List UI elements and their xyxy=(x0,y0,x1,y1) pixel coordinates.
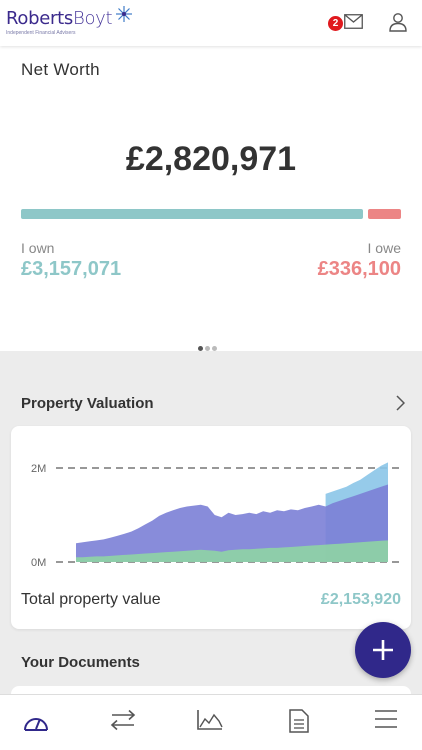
carousel-dot[interactable] xyxy=(198,346,203,351)
user-icon[interactable] xyxy=(388,12,408,32)
net-worth-title: Net Worth xyxy=(21,60,100,79)
property-chart: 2M 0M xyxy=(31,462,403,569)
own-label: I own xyxy=(21,240,55,256)
bottom-tab-bar xyxy=(0,694,422,750)
dashboard-icon[interactable] xyxy=(22,709,50,733)
chart-icon[interactable] xyxy=(197,709,223,731)
property-valuation-title[interactable]: Property Valuation xyxy=(21,395,154,412)
document-icon[interactable] xyxy=(289,709,309,733)
chevron-right-icon[interactable] xyxy=(395,395,405,411)
carousel-dot[interactable] xyxy=(212,346,217,351)
total-property-label: Total property value xyxy=(21,591,161,608)
owe-value: £336,100 xyxy=(317,258,401,280)
menu-icon[interactable] xyxy=(374,709,398,729)
net-worth-panel[interactable]: Net Worth £2,820,971 I own £3,157,071 I … xyxy=(0,46,422,351)
own-value: £3,157,071 xyxy=(21,258,122,280)
transfer-icon[interactable] xyxy=(110,709,136,731)
logo-tagline: Independent Financial Advisers xyxy=(6,30,76,36)
message-count-badge: 2 xyxy=(328,16,343,31)
net-worth-value: £2,820,971 xyxy=(125,140,297,178)
y-tick-label: 2M xyxy=(31,463,46,475)
messages-button[interactable]: 2 xyxy=(326,12,366,34)
y-tick-label: 0M xyxy=(31,557,46,569)
logo-light: Boyt xyxy=(72,8,113,29)
owe-bar xyxy=(368,209,401,219)
carousel-dots[interactable] xyxy=(198,338,219,356)
app-header: RobertsBoyt Independent Financial Advise… xyxy=(0,0,422,46)
own-bar xyxy=(21,209,363,219)
your-documents-title: Your Documents xyxy=(21,654,140,671)
add-button[interactable] xyxy=(355,622,411,678)
plus-icon xyxy=(373,640,393,660)
roberts-boyt-logo[interactable]: RobertsBoyt Independent Financial Advise… xyxy=(6,6,132,36)
logo-bold: Roberts xyxy=(6,8,73,29)
total-property-value: £2,153,920 xyxy=(320,591,401,608)
property-valuation-card[interactable]: 2M 0M Total property value £2,153,920 xyxy=(11,426,411,629)
owe-label: I owe xyxy=(367,240,401,256)
carousel-dot[interactable] xyxy=(205,346,210,351)
star-icon xyxy=(116,6,132,22)
envelope-icon xyxy=(344,14,363,29)
